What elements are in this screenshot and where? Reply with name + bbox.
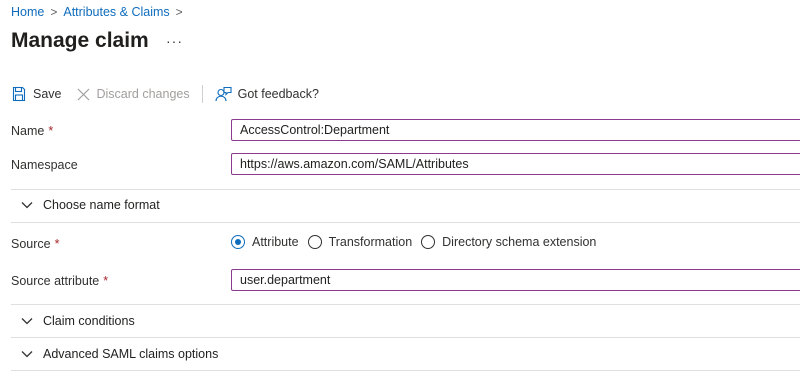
choose-name-format-label: Choose name format [43, 198, 160, 212]
advanced-saml-options-label: Advanced SAML claims options [43, 347, 219, 361]
discard-changes-button[interactable]: Discard changes [76, 87, 190, 102]
required-marker: * [54, 237, 60, 251]
radio-selected-indicator [231, 235, 245, 249]
name-label: Name * [11, 124, 53, 138]
source-label-text: Source [11, 237, 51, 251]
source-attribute-input[interactable] [231, 269, 800, 291]
divider [11, 370, 800, 371]
namespace-label: Namespace [11, 158, 78, 172]
radio-indicator [421, 235, 436, 249]
name-input[interactable] [231, 119, 800, 141]
toolbar-divider [201, 85, 203, 103]
radio-transformation-label: Transformation [328, 235, 413, 249]
namespace-input[interactable] [231, 153, 800, 175]
chevron-right-icon: > [50, 5, 58, 19]
feedback-button[interactable]: Got feedback? [215, 86, 319, 103]
source-attribute-label: Source attribute * [11, 274, 108, 288]
save-label: Save [33, 87, 62, 101]
save-button[interactable]: Save [11, 86, 62, 102]
command-bar: Save Discard changes Got feedback? [11, 83, 319, 105]
source-radio-group: Attribute Transformation Directory schem… [231, 233, 605, 251]
chevron-down-icon [11, 350, 43, 358]
page-title: Manage claim [11, 29, 149, 52]
radio-indicator [307, 235, 322, 249]
claim-conditions-toggle[interactable]: Claim conditions [11, 307, 800, 335]
divider [11, 337, 800, 338]
feedback-label: Got feedback? [237, 87, 319, 101]
radio-attribute[interactable]: Attribute [231, 235, 299, 249]
chevron-down-icon [11, 201, 43, 209]
breadcrumb-home-link[interactable]: Home [11, 5, 44, 19]
choose-name-format-toggle[interactable]: Choose name format [11, 191, 800, 219]
chevron-right-icon: > [175, 5, 183, 19]
breadcrumb: Home > Attributes & Claims > [11, 5, 189, 19]
radio-transformation[interactable]: Transformation [307, 235, 413, 249]
required-marker: * [103, 274, 109, 288]
required-marker: * [48, 124, 54, 138]
source-label: Source * [11, 237, 59, 251]
close-icon [76, 87, 91, 102]
radio-directory-schema-extension[interactable]: Directory schema extension [421, 235, 596, 249]
more-options-button[interactable]: ··· [166, 33, 183, 49]
radio-directory-schema-extension-label: Directory schema extension [442, 235, 597, 249]
breadcrumb-attributes-claims-link[interactable]: Attributes & Claims [63, 5, 169, 19]
advanced-saml-options-toggle[interactable]: Advanced SAML claims options [11, 340, 800, 368]
claim-conditions-label: Claim conditions [43, 314, 135, 328]
feedback-person-icon [215, 86, 232, 103]
source-attribute-label-text: Source attribute [11, 274, 100, 288]
divider [11, 304, 800, 305]
chevron-down-icon [11, 317, 43, 325]
name-label-text: Name [11, 124, 45, 138]
divider [11, 189, 800, 190]
discard-changes-label: Discard changes [96, 87, 190, 101]
divider [11, 222, 800, 223]
radio-attribute-label: Attribute [252, 235, 299, 249]
save-icon [11, 86, 27, 102]
